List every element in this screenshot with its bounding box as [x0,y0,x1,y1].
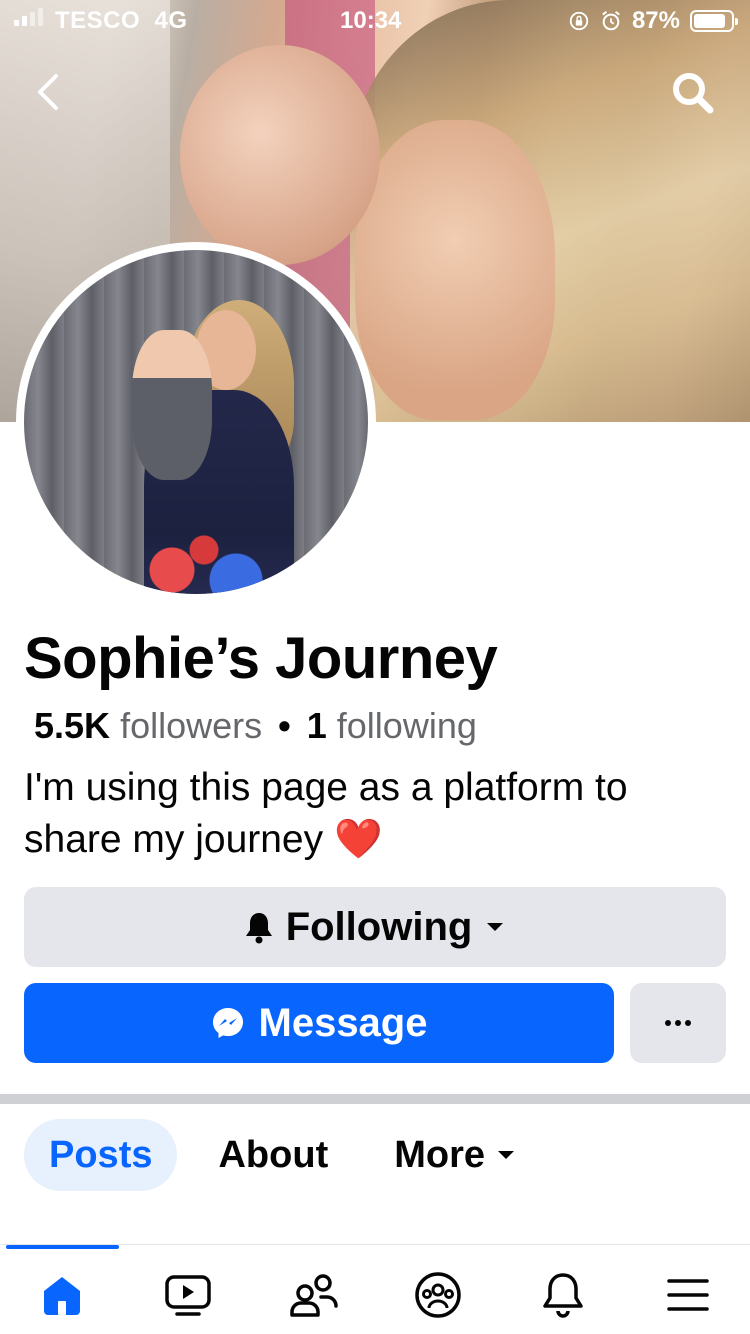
tab-about[interactable]: About [193,1119,353,1191]
section-divider [0,1094,750,1104]
page-title: Sophie’s Journey [24,626,498,691]
nav-video[interactable] [158,1265,218,1325]
ellipsis-icon [665,1020,691,1026]
friends-icon [290,1274,338,1317]
alarm-icon [602,11,620,31]
message-button[interactable]: Message [24,983,614,1063]
home-icon [44,1277,80,1315]
caret-down-icon [498,1151,515,1159]
follow-stats: 5.5K followers • 1 following [34,705,477,747]
following-link[interactable]: 1 following [307,705,477,747]
page-bio: I'm using this page as a platform to sha… [24,762,734,866]
signal-icon [14,8,43,26]
tab-more-label: More [394,1133,486,1176]
followers-link[interactable]: 5.5K followers [34,705,262,747]
carrier-label: TESCO 4G [55,7,188,34]
status-bar: TESCO 4G 10:34 87% [0,0,750,40]
tab-posts[interactable]: Posts [24,1119,178,1191]
stats-separator: • [278,705,291,746]
profile-tabs: Posts About More [24,1119,542,1191]
nav-notifications[interactable] [533,1265,593,1325]
following-label: Following [285,904,473,949]
followers-count: 5.5K [34,705,111,746]
more-options-button[interactable] [630,983,726,1063]
following-button[interactable]: Following [24,887,726,967]
nav-menu[interactable] [658,1265,718,1325]
groups-icon [415,1272,461,1318]
battery-icon [690,10,738,32]
bottom-navigation [0,1244,750,1334]
status-right: 87% [568,7,738,35]
messenger-icon [212,1008,243,1038]
nav-friends[interactable] [283,1265,343,1325]
cover-baby-head [180,45,380,265]
battery-percent: 87% [631,7,680,34]
following-label: following [336,705,477,746]
followers-label: followers [120,705,263,746]
nav-home[interactable] [32,1265,92,1325]
video-icon [165,1275,211,1316]
caret-down-icon [487,923,504,931]
bio-text: I'm using this page as a platform to sha… [24,766,628,861]
photo-dress-pattern [124,520,284,594]
search-button[interactable] [668,68,718,118]
profile-picture[interactable] [16,242,376,602]
nav-groups[interactable] [408,1265,468,1325]
heart-emoji: ❤️ [333,818,383,861]
tab-more[interactable]: More [369,1119,542,1191]
profile-photo [24,250,368,594]
active-tab-indicator [6,1245,119,1249]
bell-icon [245,913,272,944]
photo-baby [132,330,212,480]
notifications-icon [543,1273,583,1318]
cover-woman-face [355,120,555,420]
back-button[interactable] [30,70,70,114]
rotation-lock-icon [569,11,589,31]
message-label: Message [258,1000,428,1045]
menu-icon [667,1279,709,1311]
status-time: 10:34 [340,7,402,34]
following-count: 1 [306,705,327,746]
